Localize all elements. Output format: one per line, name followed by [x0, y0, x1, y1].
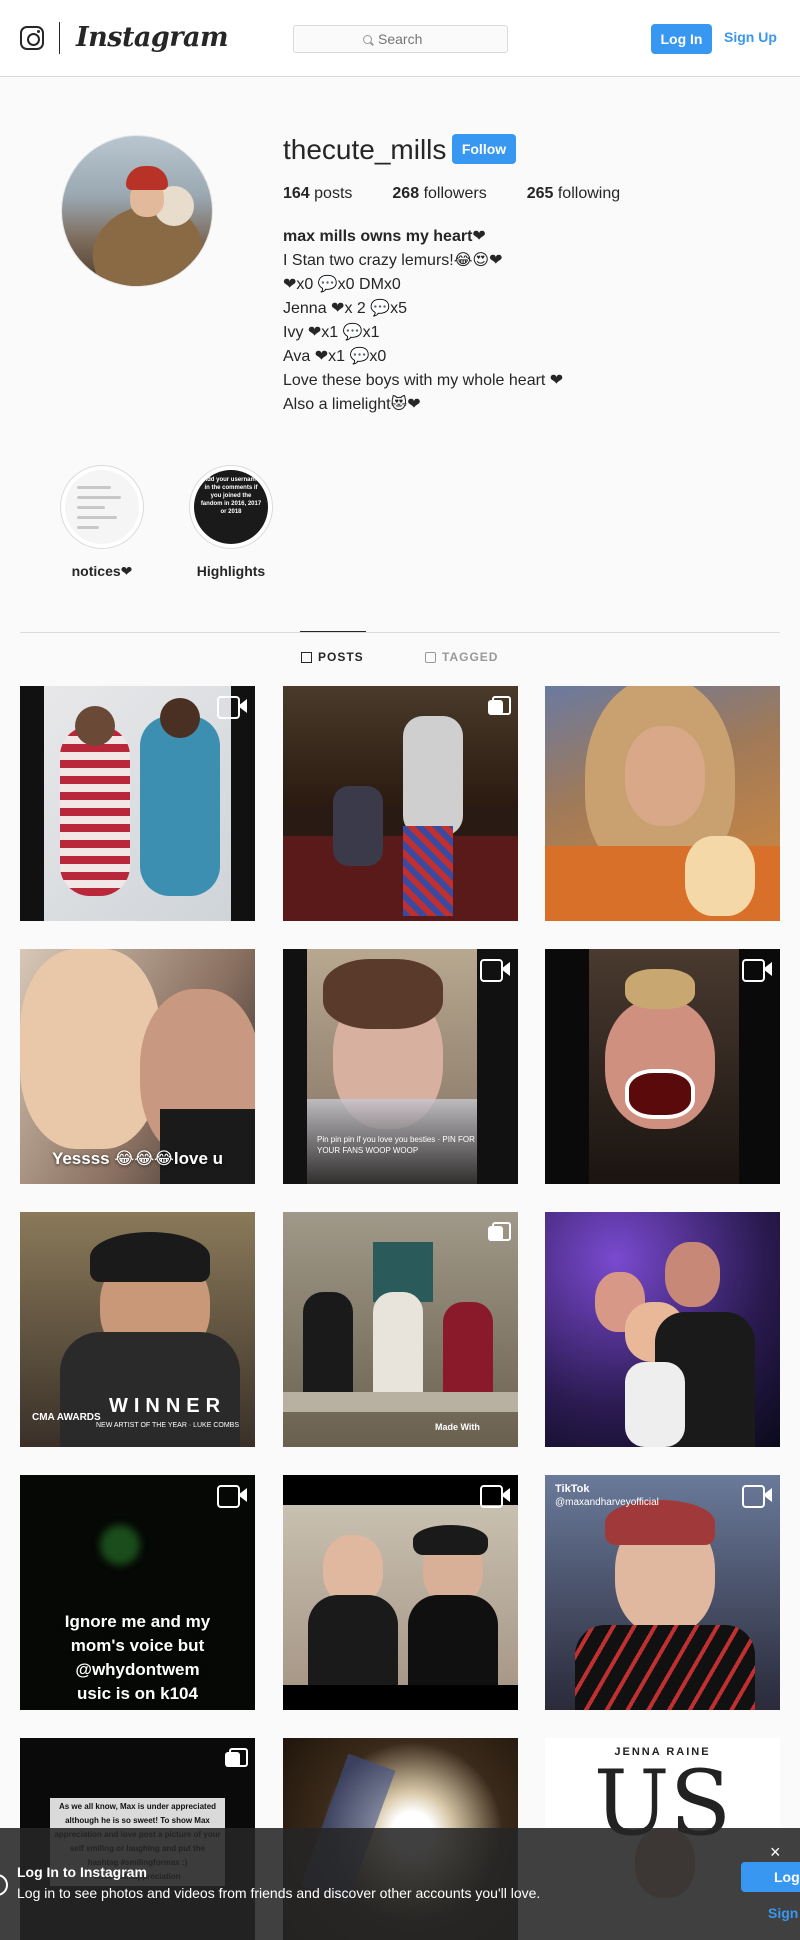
stat-posts: 164 posts — [283, 185, 353, 202]
signup-prompt-link[interactable]: Sign — [768, 1905, 798, 1921]
signup-link[interactable]: Sign Up — [724, 29, 777, 45]
live-comments: Pin pin pin if you love you besties · PI… — [317, 1135, 475, 1155]
post-thumbnail[interactable] — [545, 949, 780, 1184]
bio-line: ❤x0 💬x0 DMx0 — [283, 276, 401, 293]
multiple-photos-icon — [225, 1748, 248, 1768]
profile-username: thecute_mills — [283, 134, 447, 165]
highlight-cover-text: Add your username in the comments if you… — [200, 477, 262, 515]
stat-following[interactable]: 265 following — [527, 185, 620, 203]
post-thumbnail[interactable] — [283, 1475, 518, 1710]
login-prompt-title: Log In to Instagram — [17, 1864, 147, 1880]
post-caption: WINNER — [108, 1395, 227, 1417]
highlight-notices[interactable]: notices❤ — [57, 465, 147, 580]
highlight-label: Highlights — [196, 563, 266, 579]
post-caption: Yessss 😂😂😂love u — [51, 1149, 224, 1168]
bio-line: Ava ❤x1 💬x0 — [283, 348, 387, 365]
profile-bio: max mills owns my heart❤ I Stan two craz… — [283, 225, 563, 417]
post-thumbnail[interactable] — [283, 686, 518, 921]
post-thumbnail[interactable] — [545, 686, 780, 921]
login-prompt-bar: × Log In to Instagram Log in to see phot… — [0, 1828, 800, 1940]
bio-line: I Stan two crazy lemurs!😂😍❤ — [283, 252, 503, 269]
follow-button[interactable]: Follow — [452, 134, 516, 164]
video-icon — [217, 1485, 247, 1508]
highlight-cover[interactable]: Add your username in the comments if you… — [189, 465, 273, 549]
highlight-highlights[interactable]: Add your username in the comments if you… — [186, 465, 276, 579]
highlight-cover[interactable] — [60, 465, 144, 549]
instagram-camera-icon[interactable] — [20, 26, 44, 50]
instagram-wordmark[interactable]: Instagram — [76, 22, 229, 53]
profile-stats: 164 posts 268 followers 265 following — [283, 185, 660, 203]
post-thumbnail[interactable] — [20, 686, 255, 921]
post-thumbnail[interactable]: Yessss 😂😂😂love u — [20, 949, 255, 1184]
login-prompt-subtitle: Log in to see photos and videos from fri… — [17, 1885, 541, 1901]
video-icon — [480, 959, 510, 982]
post-caption: @maxandharveyofficial — [555, 1497, 659, 1508]
post-caption: Made With — [435, 1422, 480, 1432]
post-thumbnail[interactable]: Made With — [283, 1212, 518, 1447]
post-caption: Ignore me and my mom's voice but @whydon… — [64, 1612, 211, 1703]
highlight-label: notices❤ — [71, 563, 133, 579]
logo-divider — [59, 22, 60, 54]
post-thumbnail[interactable]: Ignore me and my mom's voice but @whydon… — [20, 1475, 255, 1710]
video-icon — [480, 1485, 510, 1508]
tiktok-logo: TikTok — [555, 1483, 590, 1495]
bio-line: Jenna ❤x 2 💬x5 — [283, 300, 408, 317]
video-icon — [217, 696, 247, 719]
bio-line: Love these boys with my whole heart ❤ — [283, 372, 564, 389]
search-icon — [363, 34, 372, 44]
multiple-photos-icon — [488, 696, 511, 716]
post-sub-caption: NEW ARTIST OF THE YEAR · LUKE COMBS — [95, 1422, 239, 1429]
login-button[interactable]: Log In — [651, 24, 712, 54]
search-input[interactable] — [378, 31, 438, 47]
tagged-user-icon — [425, 651, 436, 663]
tab-tagged[interactable]: TAGGED — [425, 650, 498, 664]
close-icon[interactable]: × — [770, 1842, 781, 1863]
post-thumbnail[interactable] — [545, 1212, 780, 1447]
multiple-photos-icon — [488, 1222, 511, 1242]
tabs-divider — [20, 632, 780, 633]
bio-line: Also a limelight😻❤ — [283, 396, 421, 413]
video-icon — [742, 959, 772, 982]
post-thumbnail[interactable]: Pin pin pin if you love you besties · PI… — [283, 949, 518, 1184]
top-navigation-bar: Instagram Log In Sign Up — [0, 0, 800, 77]
tab-posts[interactable]: POSTS — [300, 631, 366, 664]
post-thumbnail[interactable]: CMA AWARDS WINNER NEW ARTIST OF THE YEAR… — [20, 1212, 255, 1447]
video-icon — [742, 1485, 772, 1508]
bio-line: Ivy ❤x1 💬x1 — [283, 324, 380, 341]
grid-icon — [301, 651, 312, 663]
search-box[interactable] — [293, 25, 508, 53]
stat-followers[interactable]: 268 followers — [392, 185, 486, 203]
profile-avatar[interactable] — [61, 135, 213, 287]
instagram-logo-icon — [0, 1874, 8, 1896]
post-thumbnail[interactable]: TikTok @maxandharveyofficial — [545, 1475, 780, 1710]
login-prompt-button[interactable]: Log — [741, 1862, 800, 1892]
bio-name: max mills owns my heart❤ — [283, 228, 486, 245]
